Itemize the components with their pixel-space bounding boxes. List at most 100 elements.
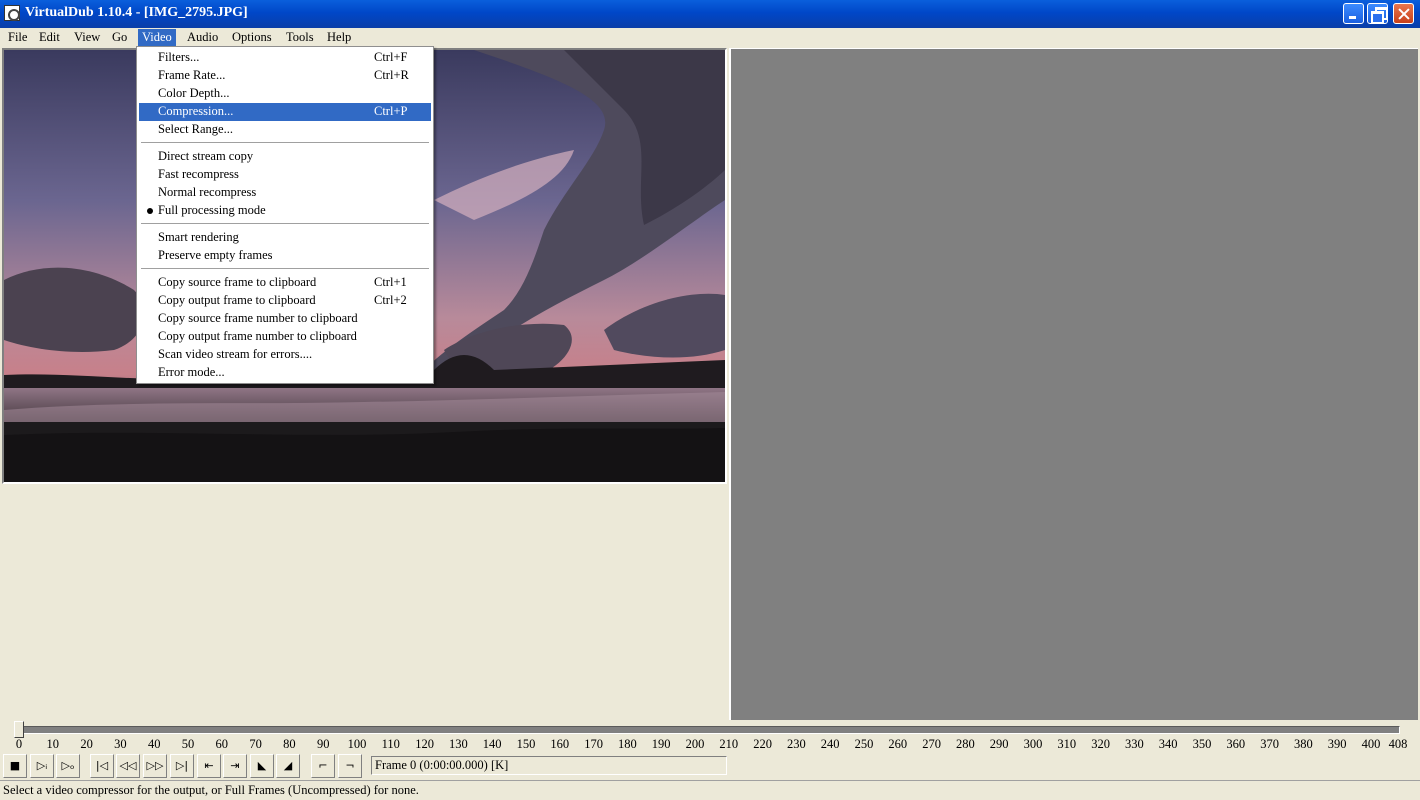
- menu-item-select-range[interactable]: Select Range...: [139, 121, 431, 139]
- prev-scene-button[interactable]: ⇤: [197, 754, 221, 778]
- stop-button[interactable]: ■: [3, 754, 27, 778]
- menu-item-label: Direct stream copy: [158, 149, 254, 163]
- menu-item-shortcut: Ctrl+1: [374, 275, 407, 289]
- timeline-tick-label: 0: [15, 737, 23, 751]
- play-input-icon: ▷ᵢ: [36, 759, 48, 772]
- mark-in-button[interactable]: ◣: [250, 754, 274, 778]
- menu-view[interactable]: View: [70, 29, 104, 46]
- prev-key-button[interactable]: ◁◁: [116, 754, 140, 778]
- menu-go[interactable]: Go: [108, 29, 131, 46]
- timeline-tick-label: 200: [685, 737, 705, 751]
- timeline-tick-label: 260: [888, 737, 908, 751]
- menu-item-normal-recompress[interactable]: Normal recompress: [139, 184, 431, 202]
- stop-icon: ■: [9, 759, 21, 772]
- menu-item-frame-rate[interactable]: Frame Rate... Ctrl+R: [139, 67, 431, 85]
- set-end-button[interactable]: ¬: [338, 754, 362, 778]
- menu-bar: File Edit View Go Video Audio Options To…: [0, 28, 1420, 47]
- menu-separator: [141, 223, 429, 225]
- menu-item-label: Full processing mode: [158, 203, 266, 217]
- go-end-icon: ▷|: [175, 759, 189, 772]
- go-end-button[interactable]: ▷|: [170, 754, 194, 778]
- timeline-tick-label: 170: [584, 737, 603, 751]
- menu-item-label: Error mode...: [158, 365, 225, 379]
- menu-item-color-depth[interactable]: Color Depth...: [139, 85, 431, 103]
- menu-help[interactable]: Help: [323, 29, 355, 46]
- rewind-icon: ◁◁: [119, 759, 137, 772]
- timeline-tick-label: 20: [80, 737, 93, 751]
- menu-item-full-processing-mode[interactable]: Full processing mode: [139, 202, 431, 220]
- timeline-tick-label: 220: [753, 737, 772, 751]
- timeline-tick-label: 280: [955, 737, 975, 751]
- menu-item-label: Copy output frame number to clipboard: [158, 329, 357, 343]
- menu-item-scan-video-stream[interactable]: Scan video stream for errors....: [139, 346, 431, 364]
- menu-item-copy-output-frame[interactable]: Copy output frame to clipboard Ctrl+2: [139, 292, 431, 310]
- frame-position-display: Frame 0 (0:00:00.000) [K]: [371, 756, 727, 775]
- menu-item-smart-rendering[interactable]: Smart rendering: [139, 229, 431, 247]
- timeline-tick-label: 60: [215, 737, 229, 751]
- timeline-tick-label: 320: [1091, 737, 1110, 751]
- menu-options[interactable]: Options: [228, 29, 276, 46]
- timeline-tick-label: 310: [1057, 737, 1077, 751]
- window-title: VirtualDub 1.10.4 - [IMG_2795.JPG]: [25, 5, 248, 20]
- close-button[interactable]: [1393, 3, 1414, 24]
- next-scene-icon: ⇥: [230, 759, 240, 772]
- menu-item-label: Preserve empty frames: [158, 248, 273, 262]
- menu-item-direct-stream-copy[interactable]: Direct stream copy: [139, 148, 431, 166]
- timeline-tick-label: 130: [449, 737, 468, 751]
- timeline-tick-label: 50: [181, 737, 195, 751]
- menu-item-label: Filters...: [158, 50, 200, 64]
- timeline-tick-label: 390: [1327, 737, 1347, 751]
- timeline-tick-label: 210: [719, 737, 739, 751]
- status-bar: Select a video compressor for the output…: [0, 780, 1420, 800]
- timeline-tick-label: 400: [1361, 737, 1381, 751]
- timeline-tick-label: 230: [787, 737, 806, 751]
- timeline-tick-label: 100: [347, 737, 367, 751]
- mark-out-button[interactable]: ◢: [276, 754, 300, 778]
- menu-item-copy-output-frame-number[interactable]: Copy output frame number to clipboard: [139, 328, 431, 346]
- menu-item-label: Select Range...: [158, 122, 233, 136]
- menu-item-preserve-empty-frames[interactable]: Preserve empty frames: [139, 247, 431, 265]
- go-start-button[interactable]: |◁: [90, 754, 114, 778]
- menu-item-shortcut: Ctrl+F: [374, 50, 408, 64]
- menu-item-copy-source-frame-number[interactable]: Copy source frame number to clipboard: [139, 310, 431, 328]
- menu-item-copy-source-frame[interactable]: Copy source frame to clipboard Ctrl+1: [139, 274, 431, 292]
- timeline-tick-label: 340: [1158, 737, 1178, 751]
- timeline-tick-label: 70: [249, 737, 262, 751]
- virtualdub-app-icon[interactable]: [4, 5, 20, 21]
- timeline-tick-label: 300: [1023, 737, 1043, 751]
- timeline-tick-label: 270: [922, 737, 941, 751]
- menu-audio[interactable]: Audio: [183, 29, 222, 46]
- play-output-button[interactable]: ▷ₒ: [56, 754, 80, 778]
- menu-item-label: Smart rendering: [158, 230, 239, 244]
- set-start-icon: ⌐: [318, 759, 328, 772]
- timeline-tick-label: 408: [1388, 737, 1408, 751]
- menu-item-fast-recompress[interactable]: Fast recompress: [139, 166, 431, 184]
- menu-video[interactable]: Video: [138, 29, 176, 46]
- video-menu-dropdown: Filters... Ctrl+F Frame Rate... Ctrl+R Col…: [136, 46, 434, 384]
- menu-file[interactable]: File: [4, 29, 31, 46]
- menu-edit[interactable]: Edit: [35, 29, 64, 46]
- set-end-icon: ¬: [345, 759, 355, 772]
- next-scene-button[interactable]: ⇥: [223, 754, 247, 778]
- menu-item-shortcut: Ctrl+2: [374, 293, 407, 307]
- timeline-tick-label: 140: [482, 737, 502, 751]
- set-start-button[interactable]: ⌐: [311, 754, 335, 778]
- timeline-track[interactable]: [14, 726, 1400, 734]
- restore-button[interactable]: [1367, 3, 1388, 24]
- menu-item-compression[interactable]: Compression... Ctrl+P: [139, 103, 431, 121]
- minimize-button[interactable]: [1343, 3, 1364, 24]
- menu-item-filters[interactable]: Filters... Ctrl+F: [139, 49, 431, 67]
- play-input-button[interactable]: ▷ᵢ: [30, 754, 54, 778]
- menu-item-label: Compression...: [158, 104, 234, 118]
- timeline-tick-label: 110: [381, 737, 400, 751]
- next-key-button[interactable]: ▷▷: [143, 754, 167, 778]
- timeline-tick-label: 290: [989, 737, 1009, 751]
- timeline-tick-label: 350: [1192, 737, 1212, 751]
- timeline-tick-label: 330: [1124, 737, 1144, 751]
- menu-item-error-mode[interactable]: Error mode...: [139, 364, 431, 382]
- menu-tools[interactable]: Tools: [282, 29, 318, 46]
- prev-scene-icon: ⇤: [204, 759, 214, 772]
- timeline-tick-label: 360: [1226, 737, 1246, 751]
- timeline-tick-label: 30: [114, 737, 127, 751]
- output-video-pane: [729, 48, 1418, 720]
